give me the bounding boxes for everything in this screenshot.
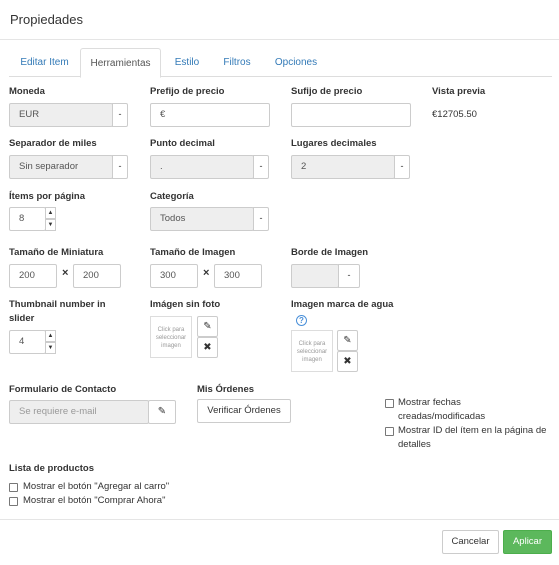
borde-label: Borde de Imagen [291,247,369,258]
miniatura-height-input[interactable]: 200 [73,264,121,288]
mostrar-id-checkbox[interactable] [385,427,394,436]
help-icon[interactable]: ? [296,315,307,326]
tab-filtros[interactable]: Filtros [217,48,257,77]
moneda-label: Moneda [9,86,45,97]
thumb-slider-increment[interactable]: ▲ [45,330,56,342]
punto-decimal-dropdown-button[interactable]: - [253,155,269,179]
close-icon: ✖ [343,356,352,367]
tab-opciones[interactable]: Opciones [271,48,321,77]
items-pagina-input[interactable]: 8 [9,207,46,231]
tab-bar: Editar Item Herramientas Estilo Filtros … [9,48,552,78]
marca-agua-edit-button[interactable]: ✎ [337,330,358,351]
cancel-button[interactable]: Cancelar [442,530,499,554]
tab-editar-item[interactable]: Editar Item [9,48,80,77]
comprar-ahora-label: Mostrar el botón "Comprar Ahora" [23,495,166,506]
comprar-ahora-checkbox[interactable] [9,497,18,506]
imagen-width-input[interactable]: 300 [150,264,198,288]
categoria-select[interactable]: Todos [150,207,254,231]
header-divider [0,39,559,40]
mostrar-fechas-label-line2: creadas/modificadas [398,411,486,422]
miniatura-label: Tamaño de Miniatura [9,247,104,258]
caret-down-icon: ▼ [47,345,54,351]
mostrar-id-label-line1: Mostrar ID del ítem en la página de [398,425,547,436]
caret-down-icon: - [118,161,122,171]
items-pagina-decrement[interactable]: ▼ [45,219,56,231]
formulario-edit-button[interactable]: ✎ [148,400,176,424]
imagen-sin-foto-edit-button[interactable]: ✎ [197,316,218,337]
punto-decimal-select[interactable]: . [150,155,254,179]
footer-divider [0,519,559,520]
thumb-slider-decrement[interactable]: ▼ [45,342,56,354]
categoria-label: Categoría [150,191,194,202]
imagen-size-label: Tamaño de Imagen [150,247,236,258]
imagen-height-input[interactable]: 300 [214,264,262,288]
borde-select[interactable] [291,264,339,288]
moneda-select[interactable]: EUR [9,103,113,127]
categoria-dropdown-button[interactable]: - [253,207,269,231]
mostrar-id-label-line2: detalles [398,439,431,450]
caret-down-icon: - [118,109,122,119]
imagen-sin-foto-label: Imágen sin foto [150,299,221,310]
imagen-sin-foto-picker[interactable]: Click para seleccionar imagen [150,316,192,358]
items-pagina-increment[interactable]: ▲ [45,207,56,219]
thumb-slider-label-line2: slider [9,313,35,324]
formulario-label: Formulario de Contacto [9,384,117,395]
miniatura-width-input[interactable]: 200 [9,264,57,288]
prefijo-input[interactable]: € [150,103,270,127]
tab-herramientas[interactable]: Herramientas [80,48,161,78]
prefijo-label: Prefijo de precio [150,86,225,97]
separador-label: Separador de miles [9,138,97,149]
caret-down-icon: - [400,161,404,171]
borde-dropdown-button[interactable]: - [338,264,360,288]
sufijo-label: Sufijo de precio [291,86,363,97]
moneda-dropdown-button[interactable]: - [112,103,128,127]
vista-previa-label: Vista previa [432,86,486,97]
times-icon: × [62,267,69,279]
times-icon: × [203,267,210,279]
marca-agua-remove-button[interactable]: ✖ [337,351,358,372]
formulario-input[interactable]: Se requiere e-mail [9,400,149,424]
caret-down-icon: - [347,270,351,280]
caret-up-icon: ▲ [47,210,54,216]
tab-estilo[interactable]: Estilo [167,48,207,77]
pencil-icon: ✎ [157,406,167,417]
lugares-decimales-dropdown-button[interactable]: - [394,155,410,179]
thumb-slider-input[interactable]: 4 [9,330,46,354]
imagen-sin-foto-remove-button[interactable]: ✖ [197,337,218,358]
caret-down-icon: - [259,213,263,223]
caret-down-icon: ▼ [47,222,54,228]
sufijo-input[interactable] [291,103,411,127]
pencil-icon: ✎ [343,335,352,346]
thumb-slider-label-line1: Thumbnail number in [9,299,106,310]
caret-down-icon: - [259,161,263,171]
mostrar-fechas-checkbox[interactable] [385,399,394,408]
caret-up-icon: ▲ [47,333,54,339]
lista-productos-label: Lista de productos [9,463,94,474]
mostrar-fechas-label-line1: Mostrar fechas [398,397,461,408]
vista-previa-value: €12705.50 [432,109,477,120]
dialog-title: Propiedades [10,12,83,27]
separador-dropdown-button[interactable]: - [112,155,128,179]
punto-decimal-label: Punto decimal [150,138,215,149]
lugares-decimales-select[interactable]: 2 [291,155,395,179]
lugares-decimales-label: Lugares decimales [291,138,377,149]
agregar-carro-label: Mostrar el botón "Agregar al carro" [23,481,170,492]
items-pagina-label: Ítems por página [9,191,86,202]
ordenes-label: Mis Órdenes [197,384,255,395]
pencil-icon: ✎ [203,321,212,332]
agregar-carro-checkbox[interactable] [9,483,18,492]
separador-select[interactable]: Sin separador [9,155,113,179]
properties-dialog: Propiedades Editar Item Herramientas Est… [0,0,559,565]
marca-agua-label: Imagen marca de agua [291,299,394,310]
apply-button[interactable]: Aplicar [503,530,552,554]
close-icon: ✖ [203,342,212,353]
verificar-ordenes-button[interactable]: Verificar Órdenes [197,399,291,423]
marca-agua-picker[interactable]: Click para seleccionar imagen [291,330,333,372]
